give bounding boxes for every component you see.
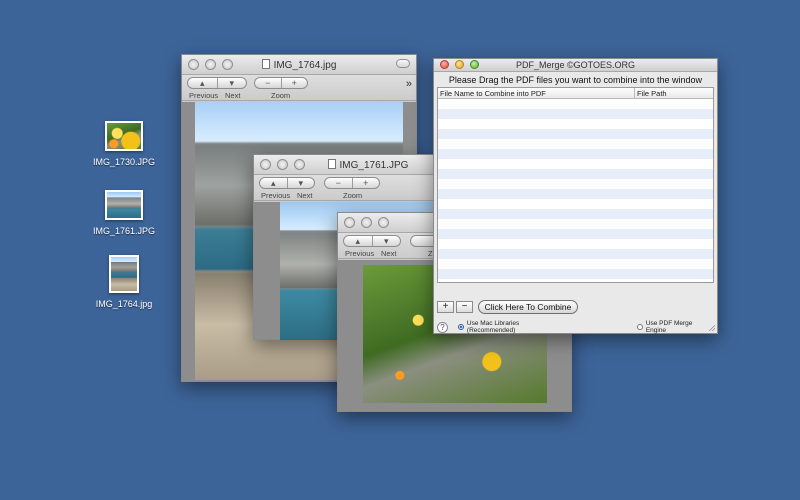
help-icon[interactable]: ? [437, 321, 448, 333]
desktop-icon-img-1764[interactable]: IMG_1764.jpg [89, 255, 159, 310]
zoom-label: Z [428, 249, 433, 258]
zoom-segmented-control[interactable]: − + [324, 177, 380, 189]
table-row[interactable] [438, 149, 713, 159]
option-label: Use PDF Merge Engine [645, 320, 693, 334]
toolbar-overflow-icon[interactable]: » [406, 78, 412, 90]
table-row[interactable] [438, 119, 713, 129]
window-controls [344, 217, 389, 228]
zoom-label: Zoom [271, 91, 291, 100]
combine-button[interactable]: Click Here To Combine [478, 300, 578, 314]
close-button[interactable] [344, 217, 355, 228]
table-row[interactable] [438, 169, 713, 179]
add-file-button[interactable]: + [437, 301, 454, 313]
radio-unselected-icon[interactable] [636, 324, 643, 330]
table-row[interactable] [438, 209, 713, 219]
zoom-out-button[interactable]: − [255, 78, 281, 88]
next-arrow-icon[interactable]: ▾ [286, 178, 315, 188]
desktop-icon-label: IMG_1730.JPG [92, 157, 156, 167]
next-arrow-icon[interactable]: ▾ [371, 236, 401, 246]
table-row[interactable] [438, 229, 713, 239]
previous-arrow-icon[interactable]: ▴ [260, 178, 287, 188]
zoom-label: Zoom [343, 191, 363, 200]
table-row[interactable] [438, 199, 713, 209]
next-arrow-icon[interactable]: ▾ [216, 78, 247, 88]
table-row[interactable] [438, 239, 713, 249]
toolbar-toggle-button[interactable] [396, 59, 410, 68]
drag-instruction: Please Drag the PDF files you want to co… [448, 75, 703, 85]
table-row[interactable] [438, 249, 713, 259]
window-titlebar[interactable]: IMG_1761.JPG [254, 155, 442, 175]
image-thumbnail-icon [109, 255, 139, 293]
previous-next-segmented-control[interactable]: ▴ ▾ [343, 235, 401, 247]
next-label: Next [381, 249, 397, 258]
next-label: Next [225, 91, 241, 100]
table-row[interactable] [438, 269, 713, 279]
image-thumbnail-icon [105, 121, 143, 151]
next-label: Next [297, 191, 313, 200]
zoom-in-button[interactable]: + [351, 178, 380, 188]
table-row[interactable] [438, 189, 713, 199]
radio-selected-icon[interactable] [457, 324, 464, 330]
option-label: Use Mac Libraries (Recommended) [466, 320, 520, 334]
document-icon [261, 59, 270, 69]
window-title: PDF_Merge ©GOTOES.ORG [516, 60, 635, 70]
table-row[interactable] [438, 279, 713, 282]
previous-label: Previous [261, 191, 291, 200]
document-icon [327, 159, 336, 169]
window-titlebar[interactable]: PDF_Merge ©GOTOES.ORG [434, 59, 717, 72]
preview-toolbar: ▴ ▾ Previous Next − + Zoom [254, 175, 442, 201]
table-row[interactable] [438, 99, 713, 109]
table-header: File Name to Combine into PDF File Path [438, 88, 713, 99]
column-header-file-name[interactable]: File Name to Combine into PDF [438, 88, 634, 98]
previous-label: Previous [189, 91, 219, 100]
table-row[interactable] [438, 259, 713, 269]
option-pdf-merge-engine[interactable]: Use PDF Merge Engine [636, 320, 714, 334]
option-mac-libraries[interactable]: Use Mac Libraries (Recommended) [457, 320, 569, 334]
previous-arrow-icon[interactable]: ▴ [188, 78, 217, 88]
previous-label: Previous [345, 249, 375, 258]
remove-file-button[interactable]: − [456, 301, 473, 313]
zoom-segmented-control[interactable]: − + [254, 77, 308, 89]
window-title: IMG_1761.JPG [294, 159, 442, 171]
table-row[interactable] [438, 219, 713, 229]
table-row[interactable] [438, 129, 713, 139]
pdf-file-table[interactable]: File Name to Combine into PDF File Path [437, 87, 714, 283]
desktop-icon-img-1730[interactable]: IMG_1730.JPG [89, 121, 159, 168]
table-row[interactable] [438, 139, 713, 149]
table-rows[interactable] [438, 99, 713, 282]
zoom-in-button[interactable]: + [280, 78, 308, 88]
desktop-icon-img-1761[interactable]: IMG_1761.JPG [89, 190, 159, 237]
desktop-icon-label: IMG_1761.JPG [92, 226, 156, 236]
image-thumbnail-icon [105, 190, 143, 220]
zoom-out-button[interactable]: − [325, 178, 352, 188]
minimize-button[interactable] [277, 159, 288, 170]
preview-toolbar: ▴ ▾ Previous Next − + Zoom » [182, 75, 416, 101]
resize-grip-icon[interactable] [708, 324, 715, 331]
desktop-icon-label: IMG_1764.jpg [95, 299, 153, 309]
table-row[interactable] [438, 109, 713, 119]
column-header-file-path[interactable]: File Path [634, 88, 713, 98]
close-button[interactable] [260, 159, 271, 170]
window-titlebar[interactable]: IMG_1764.jpg [182, 55, 416, 75]
minimize-button[interactable] [361, 217, 372, 228]
pdf-merge-window[interactable]: PDF_Merge ©GOTOES.ORG Please Drag the PD… [433, 58, 718, 334]
window-title: IMG_1764.jpg [182, 59, 416, 71]
table-row[interactable] [438, 159, 713, 169]
previous-arrow-icon[interactable]: ▴ [344, 236, 372, 246]
previous-next-segmented-control[interactable]: ▴ ▾ [259, 177, 315, 189]
engine-options: ? Use Mac Libraries (Recommended) Use PD… [437, 320, 714, 334]
zoom-button[interactable] [378, 217, 389, 228]
table-row[interactable] [438, 179, 713, 189]
previous-next-segmented-control[interactable]: ▴ ▾ [187, 77, 247, 89]
